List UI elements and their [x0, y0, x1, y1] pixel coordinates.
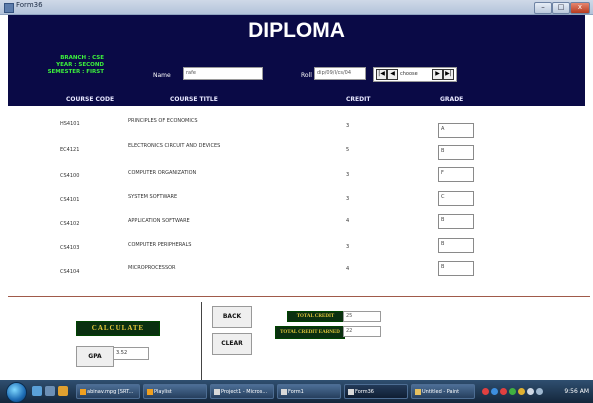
taskbar-item-project[interactable]: Project1 - Micros... [210, 384, 274, 399]
total-credit-earned-label: TOTAL CREDIT EARNED [275, 326, 345, 339]
col-course-code: COURSE CODE [66, 96, 115, 103]
taskbar-label: Form36 [355, 389, 374, 395]
roll-input[interactable]: dip/09/I/cs/04 [314, 67, 366, 80]
name-label: Name [153, 72, 171, 79]
tray-icon[interactable] [500, 388, 507, 395]
footer-divider [201, 302, 202, 380]
name-input[interactable]: rafe [183, 67, 263, 80]
course-code: EC4121 [60, 147, 80, 153]
vlc-icon [80, 389, 86, 395]
last-record-button[interactable]: ▶| [443, 69, 454, 80]
header-panel: DIPLOMA BRANCH : CSE YEAR : SECOND SEMES… [8, 15, 585, 94]
course-code: CS4104 [60, 269, 80, 275]
course-credit: 4 [346, 266, 350, 272]
record-navigator: |◀ ◀ choose ▶ ▶| [373, 67, 457, 82]
taskbar-item-form1[interactable]: Form1 [277, 384, 341, 399]
gpa-label: GPA [76, 346, 114, 367]
branch-info: BRANCH : CSE YEAR : SECOND SEMESTER : FI… [28, 55, 104, 76]
grade-input[interactable]: B [438, 238, 474, 253]
branch-line: BRANCH : CSE [60, 55, 104, 61]
taskbar-label: Playlist [154, 389, 172, 395]
taskbar-item-paint[interactable]: Untitled - Paint [411, 384, 475, 399]
volume-icon[interactable] [527, 388, 534, 395]
choose-label: choose [400, 71, 418, 77]
system-tray: 9:56 AM [480, 385, 593, 399]
calculate-button[interactable]: CALCULATE [76, 321, 160, 336]
grade-input[interactable]: A [438, 123, 474, 138]
form1-icon [281, 389, 287, 395]
course-code: CS4103 [60, 245, 80, 251]
taskbar-item-form36[interactable]: Form36 [344, 384, 408, 399]
clear-button[interactable]: CLEAR [212, 333, 252, 355]
start-button[interactable] [6, 382, 27, 403]
column-header-bar: COURSE CODE COURSE TITLE CREDIT GRADE [8, 94, 585, 106]
course-credit: 3 [346, 123, 350, 129]
total-credit-earned-input[interactable]: 22 [343, 326, 381, 337]
quicklaunch-ie-icon[interactable] [32, 386, 42, 396]
taskbar-label: Untitled - Paint [422, 389, 460, 395]
course-credit: 3 [346, 172, 350, 178]
maximize-button[interactable]: □ [552, 2, 570, 14]
page-title: DIPLOMA [248, 19, 345, 42]
col-course-title: COURSE TITLE [170, 96, 218, 103]
tray-icon[interactable] [491, 388, 498, 395]
total-credit-label: TOTAL CREDIT [287, 311, 344, 322]
quicklaunch-desktop-icon[interactable] [45, 386, 55, 396]
first-record-button[interactable]: |◀ [376, 69, 387, 80]
total-credit-input[interactable]: 25 [343, 311, 381, 322]
network-icon[interactable] [536, 388, 543, 395]
back-button[interactable]: BACK [212, 306, 252, 328]
clock[interactable]: 9:56 AM [564, 386, 589, 398]
window-title: Form36 [16, 1, 43, 9]
tray-icon[interactable] [518, 388, 525, 395]
close-button[interactable]: x [570, 2, 590, 14]
year-line: YEAR : SECOND [56, 62, 104, 68]
grade-input[interactable]: B [438, 145, 474, 160]
taskbar-label: abinav.mpg [SRT... [87, 389, 134, 395]
course-code: CS4100 [60, 173, 80, 179]
semester-line: SEMESTER : FIRST [47, 69, 104, 75]
vb-icon [214, 389, 220, 395]
taskbar-item-media[interactable]: abinav.mpg [SRT... [76, 384, 140, 399]
grade-input[interactable]: C [438, 191, 474, 206]
course-code: CS4101 [60, 197, 80, 203]
col-credit: CREDIT [346, 96, 371, 103]
course-title: APPLICATION SOFTWARE [128, 218, 190, 224]
course-credit: 3 [346, 244, 350, 250]
course-title: SYSTEM SOFTWARE [128, 194, 178, 200]
grade-input[interactable]: B [438, 261, 474, 276]
window-titlebar[interactable]: Form36 – □ x [0, 0, 593, 15]
col-grade: GRADE [440, 96, 464, 103]
form36-icon [348, 389, 354, 395]
course-code: CS4102 [60, 221, 80, 227]
course-title: COMPUTER PERIPHERALS [128, 242, 192, 248]
course-credit: 3 [346, 196, 350, 202]
tray-icon[interactable] [482, 388, 489, 395]
taskbar: abinav.mpg [SRT... Playlist Project1 - M… [0, 380, 593, 403]
prev-record-button[interactable]: ◀ [387, 69, 398, 80]
taskbar-item-playlist[interactable]: Playlist [143, 384, 207, 399]
section-divider [8, 296, 590, 297]
course-credit: 5 [346, 147, 350, 153]
grade-input[interactable]: F [438, 167, 474, 182]
grade-input[interactable]: B [438, 214, 474, 229]
quicklaunch-explorer-icon[interactable] [58, 386, 68, 396]
minimize-button[interactable]: – [534, 2, 552, 14]
course-credit: 4 [346, 218, 350, 224]
course-title: ELECTRONICS CIRCUIT AND DEVICES [128, 143, 221, 149]
tray-icon[interactable] [509, 388, 516, 395]
course-title: PRINCIPLES OF ECONOMICS [128, 118, 198, 124]
gpa-input[interactable]: 3.52 [113, 347, 149, 360]
taskbar-label: Project1 - Micros... [221, 389, 268, 395]
playlist-icon [147, 389, 153, 395]
taskbar-label: Form1 [288, 389, 304, 395]
form-icon [4, 3, 14, 13]
paint-icon [415, 389, 421, 395]
course-title: MICROPROCESSOR [128, 265, 176, 271]
course-title: COMPUTER ORGANIZATION [128, 170, 197, 176]
next-record-button[interactable]: ▶ [432, 69, 443, 80]
course-code: HS4101 [60, 121, 80, 127]
